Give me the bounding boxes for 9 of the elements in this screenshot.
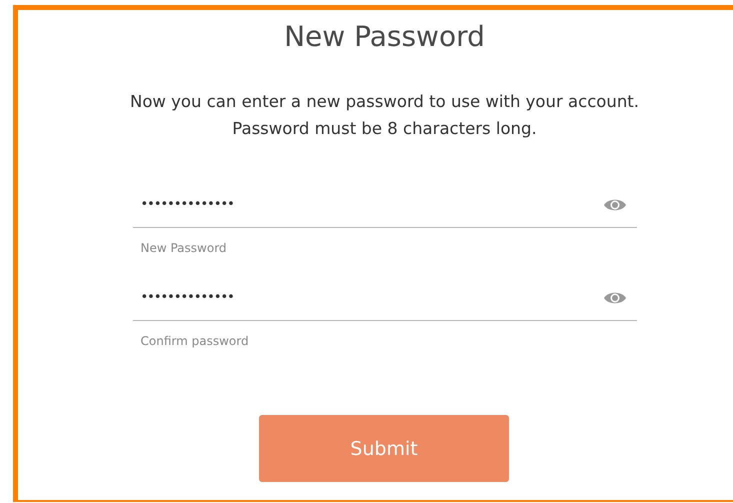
page-title: New Password [284, 19, 485, 55]
instruction-text: Now you can enter a new password to use with your account. [130, 91, 639, 113]
instruction-text: Password must be 8 characters long. [232, 118, 537, 140]
password-field[interactable]: •••••••••••••• [132, 182, 636, 228]
field-label: New Password [140, 241, 227, 255]
masked-password: •••••••••••••• [140, 197, 235, 212]
masked-password: •••••••••••••• [140, 290, 235, 305]
password-field[interactable]: •••••••••••••• [132, 275, 636, 321]
field-label: Confirm password [140, 334, 249, 348]
